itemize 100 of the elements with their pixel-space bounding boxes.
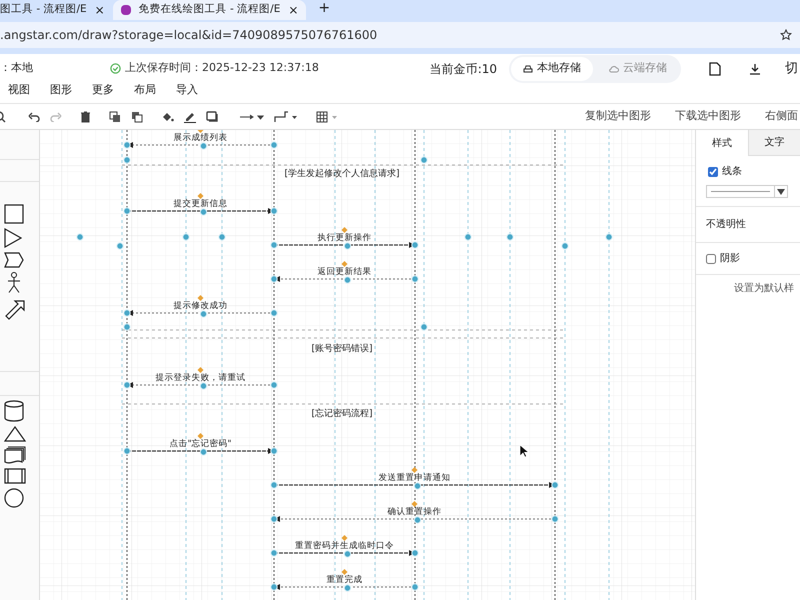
selection-handle (270, 447, 278, 455)
message-label: 提交更新信息 (174, 199, 228, 209)
send-to-back-icon[interactable] (131, 110, 143, 122)
check-circle-icon (110, 63, 121, 74)
selection-handle (200, 382, 208, 390)
coin-balance: 当前金币:10 (430, 60, 497, 78)
shadow-label: 阴影 (720, 252, 740, 266)
document-stack-icon[interactable] (4, 446, 26, 464)
selection-handle (123, 381, 131, 389)
message-label: 返回更新结果 (318, 267, 372, 277)
arrow-shape-icon[interactable] (4, 298, 26, 320)
selection-handle (414, 482, 422, 490)
tag-shape-icon[interactable] (4, 252, 24, 268)
close-icon[interactable]: × (94, 1, 105, 19)
close-icon[interactable]: × (288, 1, 298, 19)
selection-handle (76, 233, 84, 241)
browser-tab[interactable]: 图工具 - 流程图/E × (0, 0, 113, 20)
line-label: 线条 (722, 164, 742, 179)
tab-title: 免费在线绘图工具 - 流程图/E (138, 2, 280, 18)
header-button[interactable]: 切 (785, 58, 798, 78)
message-label: 提示登录失败，请重试 (156, 373, 246, 383)
selection-handle (270, 549, 278, 557)
favicon-icon (120, 5, 131, 15)
selection-handle (270, 275, 278, 283)
message-label: 展示成绩列表 (174, 133, 228, 143)
selection-handle (123, 207, 131, 215)
undo-icon[interactable] (28, 112, 40, 122)
save-status: 上次保存时间：2025-12-23 12:37:18 (125, 60, 319, 76)
delete-icon[interactable] (80, 110, 91, 122)
message-label: 执行更新操作 (318, 233, 372, 243)
bring-to-front-icon[interactable] (109, 110, 121, 122)
rotate-handle (198, 433, 204, 439)
connector-arrow-icon[interactable] (240, 112, 264, 120)
selection-handle (551, 481, 559, 489)
line-color-icon[interactable] (184, 110, 196, 122)
cloud-icon (609, 64, 619, 72)
triangle-shape-icon[interactable] (4, 426, 26, 442)
rotate-handle (198, 367, 204, 373)
toolbar-action[interactable]: 复制选中图形 (585, 108, 651, 125)
selection-handle (200, 310, 208, 318)
fill-color-icon[interactable] (161, 110, 174, 122)
selection-handle (551, 515, 559, 523)
circle-shape-icon[interactable] (4, 488, 24, 508)
set-default-style-link[interactable]: 设置为默认样 (734, 283, 794, 294)
menu-item[interactable]: 布局 (134, 82, 156, 99)
selection-handle (561, 242, 569, 250)
guard-label: [忘记密码流程] (311, 409, 373, 419)
selection-handle (270, 207, 278, 215)
menu-item[interactable]: 更多 (92, 82, 114, 99)
selection-handle (182, 233, 190, 241)
message-label: 点击"忘记密码" (170, 439, 232, 449)
selection-handle (200, 142, 208, 150)
selection-handle (464, 233, 472, 241)
selection-handle (420, 323, 428, 331)
rotate-handle (342, 569, 348, 575)
table-icon[interactable] (316, 110, 340, 122)
message-label: 发送重置申请通知 (378, 473, 450, 483)
drive-icon (523, 64, 533, 72)
file-icon[interactable] (709, 62, 721, 76)
process-shape-icon[interactable] (4, 468, 26, 484)
triangle-shape-icon[interactable] (4, 228, 22, 248)
new-tab-icon[interactable]: + (318, 0, 330, 19)
selection-handle (344, 242, 352, 250)
selection-handle (411, 275, 419, 283)
search-icon[interactable] (0, 110, 6, 122)
browser-tab[interactable]: 免费在线绘图工具 - 流程图/E × (112, 0, 306, 20)
storage-button[interactable]: 本地存储 (511, 56, 593, 80)
tab-title: 图工具 - 流程图/E (0, 2, 87, 18)
bookmark-star-icon[interactable] (780, 29, 792, 41)
selection-handle (270, 309, 278, 317)
download-icon[interactable] (749, 62, 761, 74)
menu-item[interactable]: 图形 (50, 82, 72, 99)
rectangle-shape-icon[interactable] (4, 204, 24, 224)
cylinder-shape-icon[interactable] (4, 400, 24, 422)
stick-figure-icon[interactable] (7, 272, 21, 294)
selection-handle (506, 233, 514, 241)
selection-handle (411, 241, 419, 249)
storage-mode-label: ：本地 (0, 60, 34, 76)
rotate-handle (198, 295, 204, 301)
selection-handle (344, 584, 352, 592)
line-checkbox[interactable] (708, 166, 718, 176)
rotate-handle (342, 261, 348, 267)
waypoint-icon[interactable] (274, 110, 298, 122)
toolbar-action[interactable]: 右侧面 (765, 108, 798, 125)
selection-handle (123, 447, 131, 455)
line-style-dropdown[interactable] (706, 185, 788, 198)
shadow-checkbox[interactable] (706, 254, 716, 264)
rotate-handle (342, 227, 348, 233)
selection-handle (270, 141, 278, 149)
panel-tab[interactable]: 文字 (748, 130, 800, 156)
selection-handle (218, 233, 226, 241)
toolbar-action[interactable]: 下载选中图形 (675, 108, 741, 125)
guard-label: [账号密码错误] (311, 344, 373, 354)
menu-item[interactable]: 视图 (8, 82, 30, 99)
menu-item[interactable]: 导入 (176, 82, 198, 99)
rotate-handle (412, 467, 418, 473)
shadow-icon[interactable] (206, 111, 218, 122)
selection-handle (411, 583, 419, 591)
selection-handle (200, 448, 208, 456)
selection-handle (200, 208, 208, 216)
